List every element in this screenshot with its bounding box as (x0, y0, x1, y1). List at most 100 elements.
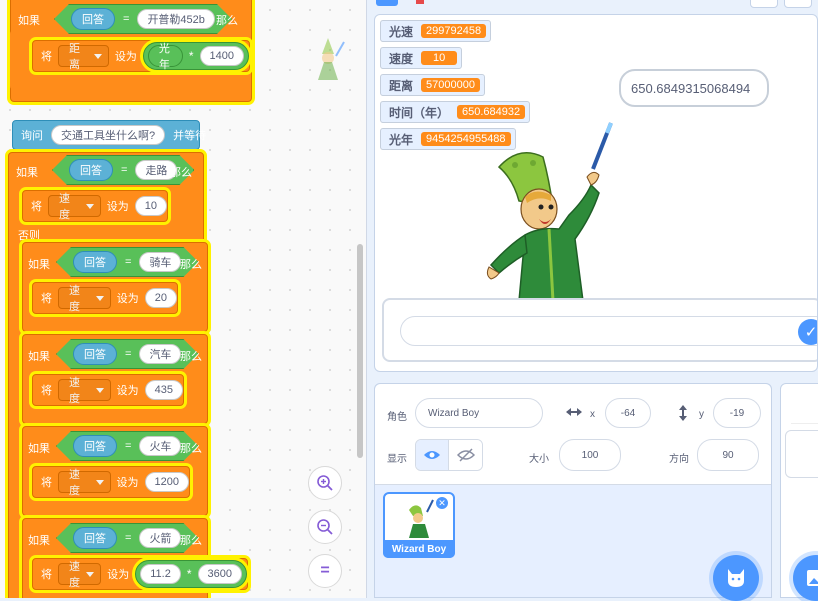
set-variable-block[interactable]: 将 速度 设为 435 (32, 374, 184, 406)
set-keyword: 将 (41, 293, 52, 305)
variable-dropdown[interactable]: 速度 (48, 193, 101, 221)
zoom-out-icon (317, 519, 333, 535)
zoom-out-button[interactable] (308, 510, 342, 544)
code-scrollbar[interactable] (357, 244, 363, 458)
answer-input[interactable] (400, 316, 817, 346)
multiply-value-1: 11.2 (140, 564, 181, 584)
stop-icon[interactable] (416, 0, 424, 4)
set-variable-block[interactable]: 将 速度 设为 10 (22, 190, 168, 222)
set-variable-block[interactable]: 将 速度 设为 1200 (32, 466, 190, 498)
value-input[interactable]: 20 (144, 288, 177, 308)
ask-question-input[interactable]: 交通工具坐什么啊? (51, 125, 166, 145)
variable-dropdown[interactable]: 速度 (58, 377, 111, 405)
hide-button[interactable] (449, 440, 482, 470)
if-keyword: 如果 (28, 351, 50, 363)
compare-value: 火箭 (139, 528, 181, 548)
then-keyword: 那么 (180, 259, 202, 271)
to-keyword: 设为 (116, 293, 139, 305)
size-label: 大小 (529, 454, 549, 465)
variable-dropdown[interactable]: 距离 (58, 43, 109, 71)
value-input[interactable]: 435 (144, 380, 183, 400)
cat-icon (728, 569, 744, 587)
submit-answer-button[interactable]: ✓ (798, 319, 817, 345)
equals-sign: = (123, 13, 130, 25)
add-backdrop-button[interactable] (793, 555, 818, 601)
variable-monitor-speed: 速度 10 (380, 47, 463, 69)
fullscreen-button[interactable] (784, 0, 812, 8)
lightyear-reporter: 光年 (147, 43, 183, 71)
sprite-name-input[interactable]: Wizard Boy (415, 398, 543, 428)
set-variable-block[interactable]: 将 速度 设为 11.2 * 3600 (32, 558, 248, 590)
zoom-in-icon (317, 475, 333, 491)
then-keyword: 那么 (180, 351, 202, 363)
multiply-operator[interactable]: 11.2 * 3600 (135, 560, 247, 588)
backdrop-thumbnail[interactable] (785, 430, 818, 478)
variable-dropdown[interactable]: 速度 (58, 469, 111, 497)
variable-dropdown[interactable]: 速度 (58, 561, 102, 589)
then-keyword: 那么 (216, 15, 238, 27)
zoom-in-button[interactable] (308, 466, 342, 500)
stage-pane (780, 383, 818, 601)
close-icon: ✕ (438, 497, 446, 508)
delete-sprite-button[interactable]: ✕ (435, 496, 449, 510)
answer-reporter: 回答 (73, 343, 117, 365)
answer-reporter: 回答 (73, 435, 117, 457)
to-keyword: 设为 (116, 385, 139, 397)
set-keyword: 将 (41, 51, 52, 63)
show-button[interactable] (416, 440, 450, 470)
variable-dropdown[interactable]: 速度 (58, 285, 111, 313)
direction-label: 方向 (669, 454, 689, 465)
code-area[interactable]: 如果 回答 = 开普勒452b 那么 将 距离 设为 光年 * 1400 询问 … (0, 0, 366, 598)
monitor-label: 距离 (389, 78, 414, 93)
condition-equals[interactable]: 回答 = 开普勒452b (54, 4, 232, 34)
if-keyword: 如果 (18, 15, 40, 27)
compare-value[interactable]: 开普勒452b (137, 9, 214, 29)
set-variable-block[interactable]: 将 速度 设为 20 (32, 282, 178, 314)
multiply-value-2: 3600 (197, 564, 242, 584)
eye-slash-icon (456, 448, 475, 462)
stage-mode-button[interactable] (376, 0, 398, 6)
ask-keyword: 询问 (21, 130, 43, 142)
condition-equals[interactable]: 回答 = 骑车 (56, 247, 198, 277)
y-position-input[interactable]: -19 (713, 398, 761, 428)
stage[interactable]: 光速 299792458 速度 10 距离 57000000 时间（年） 650… (374, 14, 818, 372)
if-block-1-body-gap (10, 30, 28, 90)
chevron-down-icon (95, 479, 104, 485)
condition-equals[interactable]: 回答 = 火车 (56, 431, 198, 461)
condition-equals[interactable]: 回答 = 汽车 (56, 339, 198, 369)
wizard-thumb-icon (409, 499, 434, 538)
then-keyword: 那么 (170, 167, 192, 179)
ask-and-wait-block[interactable]: 询问 交通工具坐什么啊? 并等待 (12, 120, 206, 150)
x-position-icon (566, 408, 582, 416)
condition-equals[interactable]: 回答 = 火箭 (56, 523, 198, 553)
if-keyword: 如果 (16, 167, 38, 179)
monitor-label: 光年 (389, 132, 414, 147)
answer-reporter: 回答 (73, 527, 117, 549)
wizard-sprite[interactable] (479, 115, 629, 301)
chevron-down-icon (93, 53, 102, 59)
add-sprite-button[interactable] (713, 555, 759, 601)
small-stage-button[interactable] (750, 0, 778, 8)
multiply-operator[interactable]: 光年 * 1400 (142, 42, 249, 71)
sprite-info: 角色 Wizard Boy x -64 y -19 显示 大小 100 方向 9… (375, 384, 771, 485)
size-input[interactable]: 100 (559, 439, 621, 471)
y-position-icon (679, 405, 687, 421)
value-input[interactable]: 1200 (144, 472, 189, 492)
answer-prompt: ✓ (382, 298, 817, 362)
equals-sign: = (125, 348, 132, 360)
eye-icon (424, 451, 440, 459)
stage-pane-header (791, 394, 818, 424)
to-keyword: 设为 (114, 51, 137, 63)
monitor-value: 10 (421, 51, 458, 65)
wait-keyword: 并等待 (173, 130, 207, 142)
set-keyword: 将 (41, 477, 52, 489)
direction-input[interactable]: 90 (697, 439, 759, 471)
x-position-input[interactable]: -64 (605, 398, 651, 428)
answer-reporter[interactable]: 回答 (71, 8, 115, 30)
if-keyword: 如果 (28, 535, 50, 547)
show-toggle[interactable] (415, 439, 483, 471)
set-variable-block[interactable]: 将 距离 设为 光年 * 1400 (32, 40, 250, 72)
else-keyword: 否则 (16, 227, 42, 243)
value-input[interactable]: 10 (134, 196, 167, 216)
zoom-reset-button[interactable]: = (308, 554, 342, 588)
